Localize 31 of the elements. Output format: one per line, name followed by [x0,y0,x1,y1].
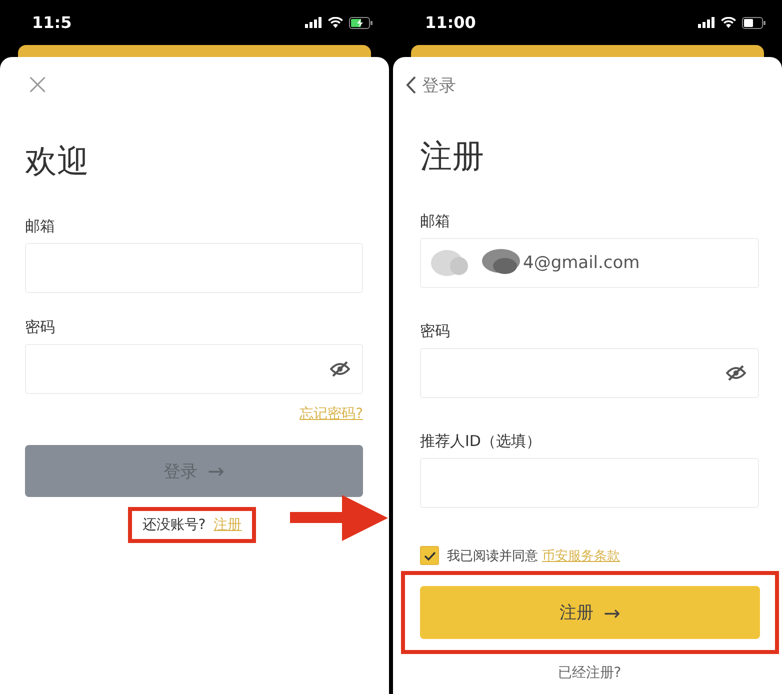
email-field[interactable]: 4@gmail.com [420,238,759,288]
eye-slash-icon[interactable] [726,365,746,381]
check-icon [424,550,436,560]
password-field[interactable] [25,344,363,394]
field-label: 推荐人ID（选填） [420,432,542,450]
wifi-icon [328,17,343,28]
signup-prompt: 还没账号? [142,516,206,534]
eye-slash-icon[interactable] [330,361,350,377]
wifi-icon [721,17,736,28]
signal-icon [698,17,715,28]
terms-link[interactable]: 币安服务条款 [542,546,620,564]
forgot-password-link[interactable]: 忘记密码? [300,405,363,423]
chevron-left-icon [406,76,416,94]
already-registered-link[interactable]: 已经注册? [558,664,622,682]
field-label: 密码 [25,318,56,336]
terms-text: 我已阅读并同意 [447,548,538,564]
email-value: 4@gmail.com [523,253,640,273]
status-time: 11:5 [32,13,72,32]
back-link[interactable]: 登录 [406,75,759,95]
field-label: 邮箱 [420,212,451,230]
register-link[interactable]: 注册 [214,516,242,534]
field-label: 密码 [420,322,451,340]
signal-icon [305,17,322,28]
password-field[interactable] [420,348,759,398]
checkbox[interactable] [420,546,439,565]
close-button[interactable]: × [25,70,50,100]
status-time: 11:00 [425,13,476,32]
page-title: 注册 [420,137,485,175]
register-button[interactable]: 注册 → [420,586,760,639]
field-label: 邮箱 [25,217,56,235]
page-title: 欢迎 [25,142,90,180]
